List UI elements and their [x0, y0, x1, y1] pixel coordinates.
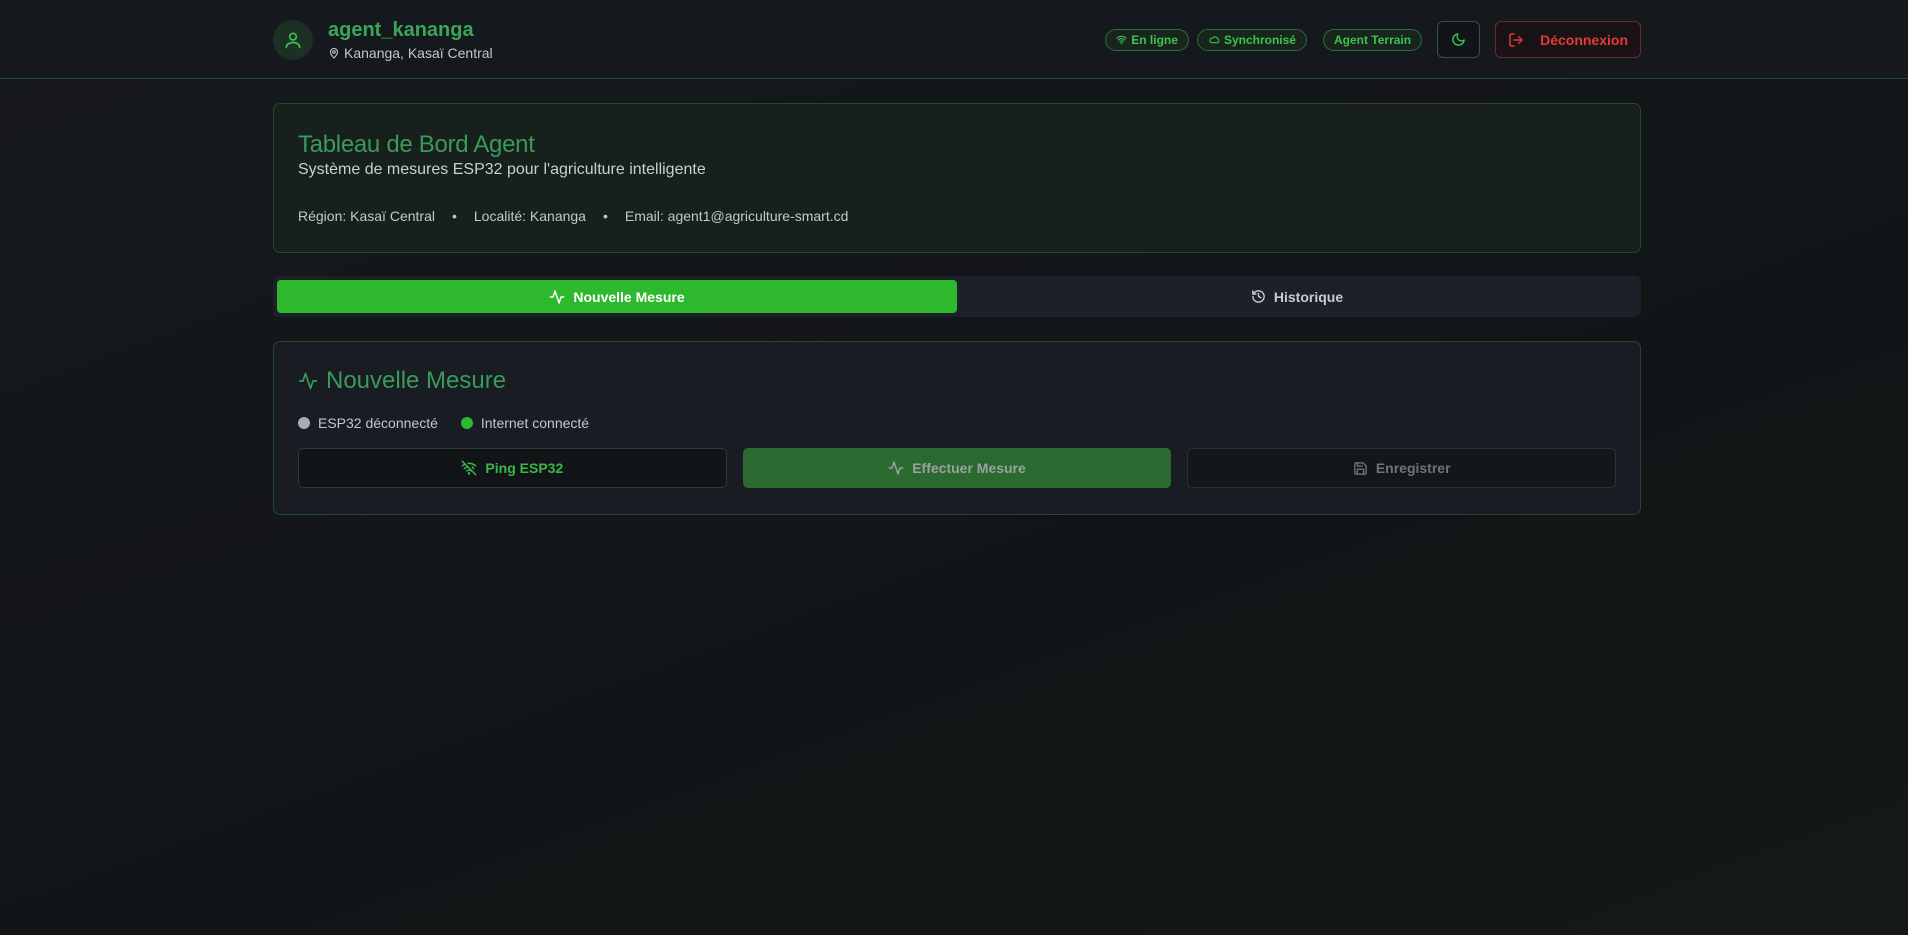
internet-status-indicator [460, 417, 473, 429]
connection-status-row: ESP32 déconnecté Internet connecté [298, 415, 1616, 431]
map-pin-icon [328, 47, 344, 59]
meta-separator: • [602, 208, 608, 224]
save-label: Enregistrer [1375, 460, 1451, 476]
dashboard-welcome-card: Tableau de Bord Agent Système de mesures… [273, 103, 1641, 253]
agent-meta: Région: Kasaï Central • Localité: Kanang… [298, 208, 1616, 224]
esp32-status: ESP32 déconnecté [298, 415, 438, 431]
activity-icon [549, 289, 573, 305]
tab-bar: Nouvelle Mesure Historique [273, 276, 1641, 317]
sync-label: Synchronisé [1223, 32, 1296, 47]
theme-toggle-button[interactable] [1437, 21, 1481, 58]
history-icon [1251, 289, 1274, 304]
take-measure-button[interactable]: Effectuer Mesure [742, 448, 1172, 488]
card-title: Nouvelle Mesure [298, 366, 1616, 396]
tab-new-measure[interactable]: Nouvelle Mesure [277, 280, 957, 313]
role-badge: Agent Terrain [1322, 28, 1423, 51]
wifi-icon [1116, 34, 1131, 45]
ping-esp32-button[interactable]: Ping ESP32 [298, 448, 727, 488]
page-title: Tableau de Bord Agent [298, 131, 535, 158]
internet-status-text: Internet connecté [480, 415, 590, 431]
user-info: agent_kananga Kananga, Kasaï Central [273, 18, 493, 61]
online-badge: En ligne [1105, 28, 1189, 51]
tab-history-label: Historique [1273, 288, 1344, 305]
role-label: Agent Terrain [1333, 32, 1412, 47]
measure-label: Effectuer Mesure [912, 460, 1026, 476]
tab-new-measure-label: Nouvelle Mesure [573, 288, 685, 305]
activity-icon [298, 371, 326, 391]
meta-separator: • [451, 208, 457, 224]
esp32-status-text: ESP32 déconnecté [318, 415, 438, 431]
esp32-status-indicator [298, 417, 310, 429]
internet-status: Internet connecté [460, 415, 590, 431]
locality-text: Localité: Kananga [473, 208, 586, 224]
save-icon [1353, 461, 1376, 476]
email-text: Email: agent1@agriculture-smart.cd [624, 208, 849, 224]
logout-button[interactable]: Déconnexion [1495, 21, 1641, 58]
new-measure-card: Nouvelle Mesure ESP32 déconnecté Interne… [273, 341, 1641, 515]
page-subtitle: Système de mesures ESP32 pour l'agricult… [298, 161, 706, 178]
cloud-icon [1208, 34, 1224, 45]
app-header: agent_kananga Kananga, Kasaï Central En … [0, 0, 1908, 79]
sync-badge: Synchronisé [1196, 28, 1307, 51]
user-icon [283, 30, 303, 50]
tab-history[interactable]: Historique [957, 280, 1637, 313]
online-label: En ligne [1131, 32, 1178, 47]
wifi-off-icon [461, 460, 485, 476]
header-inner: agent_kananga Kananga, Kasaï Central En … [273, 0, 1641, 79]
moon-icon [1451, 32, 1466, 47]
region-text: Région: Kasaï Central [298, 208, 435, 224]
ping-label: Ping ESP32 [485, 460, 564, 476]
log-out-icon [1508, 32, 1540, 48]
card-title-text: Nouvelle Mesure [326, 367, 507, 394]
activity-icon [888, 460, 912, 476]
header-actions: En ligne Synchronisé Agent Terrain Décon… [1097, 21, 1641, 58]
location-text: Kananga, Kasaï Central [344, 45, 493, 61]
logout-label: Déconnexion [1540, 31, 1628, 48]
user-location: Kananga, Kasaï Central [328, 45, 493, 61]
avatar [273, 19, 313, 60]
username: agent_kananga [328, 19, 474, 41]
save-button[interactable]: Enregistrer [1187, 448, 1617, 488]
measure-actions: Ping ESP32 Effectuer Mesure Enregistrer [298, 448, 1617, 488]
